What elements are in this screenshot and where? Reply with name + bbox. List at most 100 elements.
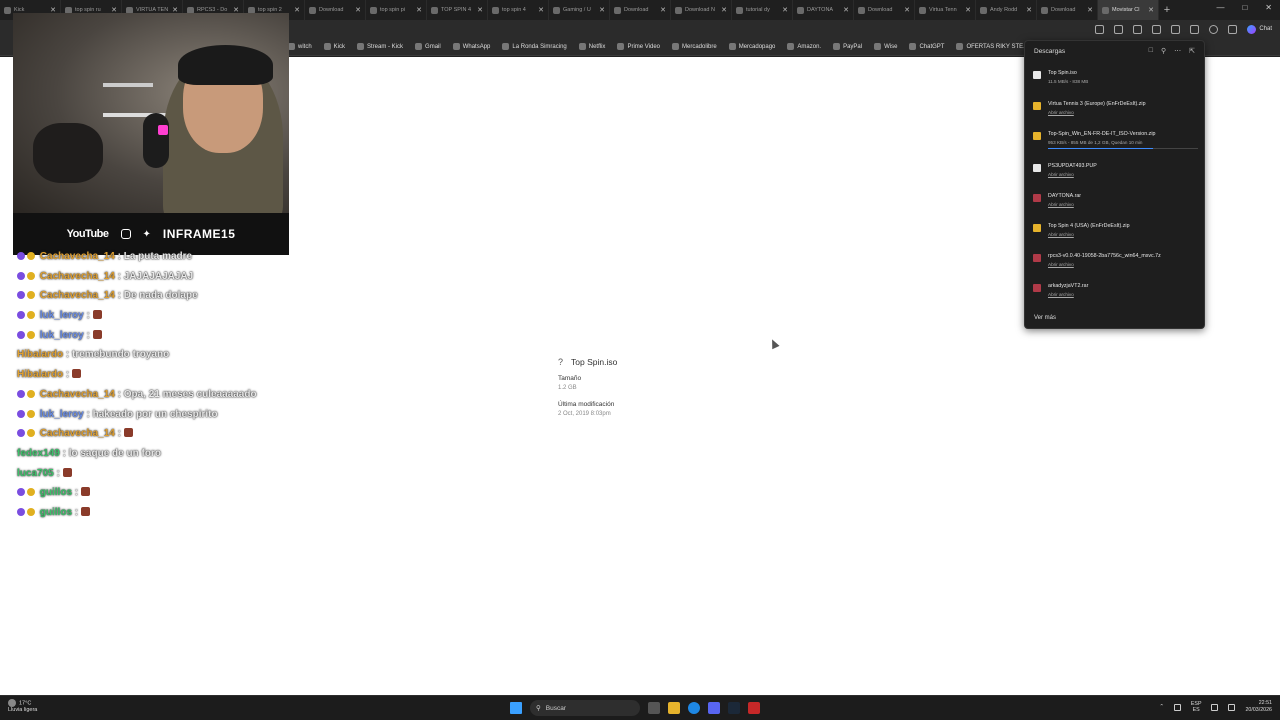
browser-tab[interactable]: Movistar Cl ✕ [1098,0,1159,20]
open-file-link[interactable]: Abrir archivo [1048,262,1161,267]
refresh-icon[interactable] [1114,24,1124,34]
windows-start-icon[interactable] [510,702,522,714]
more-options-icon[interactable]: ⋯ [1174,47,1181,55]
bookmark-item[interactable]: La Ronda Simracing [502,43,567,50]
taskbar-search[interactable]: ⚲ Buscar [530,700,640,716]
browser-tab[interactable]: Virtua Tenn ✕ [915,0,976,20]
bookmark-icon [288,43,295,50]
bookmark-item[interactable]: Kick [323,43,345,50]
chat-username: Cachavecha_14 [39,290,115,302]
close-tab-icon[interactable]: ✕ [416,6,422,14]
browser-tab[interactable]: Gaming / U ✕ [549,0,610,20]
bookmark-item[interactable]: Prime Video [617,43,660,50]
network-icon[interactable] [1211,703,1219,711]
browser-tab[interactable]: DAYTONA ✕ [793,0,854,20]
bookmark-item[interactable]: WhatsApp [452,43,490,50]
clock[interactable]: 22:51 20/03/2026 [1245,700,1272,714]
browser-tab[interactable]: top spin pi ✕ [366,0,427,20]
bookmark-item[interactable]: Netflix [578,43,605,50]
bookmark-item[interactable]: ChatGPT [909,43,944,50]
browser-tab[interactable]: Download ✕ [854,0,915,20]
tab-favicon-icon [675,6,682,14]
bookmark-item[interactable]: OFERTAS RIKY STE... [956,43,1028,50]
download-item[interactable]: Top Spin.iso 11.5 MB/s - 838 MB [1025,68,1206,96]
open-file-link[interactable]: Abrir archivo [1048,202,1081,207]
bookmark-label: OFERTAS RIKY STE... [966,43,1029,50]
language-indicator[interactable]: ESP ES [1191,701,1202,713]
close-tab-icon[interactable]: ✕ [782,6,788,14]
chat-text: : [74,487,79,499]
browser-tab[interactable]: top spin 4 ✕ [488,0,549,20]
browser-tab[interactable]: tutorial dy ✕ [732,0,793,20]
browser-tab[interactable]: Download ✕ [610,0,671,20]
discord-icon[interactable] [708,702,720,714]
open-file-link[interactable]: Abrir archivo [1048,292,1088,297]
more-icon[interactable] [1228,24,1238,34]
favorites-icon[interactable] [1152,24,1162,34]
collections-icon[interactable] [1190,24,1200,34]
toolbar-actions: Chat [1095,20,1280,38]
bookmark-item[interactable]: Mercadopago [728,43,775,50]
download-item[interactable]: Virtua Tennis 3 (Europe) (EnFrDeEsIt).zi… [1025,99,1206,127]
browser-tab[interactable]: Download N ✕ [671,0,732,20]
open-file-link[interactable]: Abrir archivo [1048,172,1097,177]
close-tab-icon[interactable]: ✕ [538,6,544,14]
minimize-icon[interactable]: — [1216,3,1224,12]
extensions-icon[interactable] [1133,24,1143,34]
bookmark-item[interactable]: Gmail [415,43,441,50]
bookmark-item[interactable]: Stream - Kick [357,43,403,50]
steam-icon[interactable] [728,702,740,714]
close-tab-icon[interactable]: ✕ [843,6,849,14]
close-tab-icon[interactable]: ✕ [1087,6,1093,14]
star-icon[interactable] [1095,24,1105,34]
profile-icon[interactable] [1209,24,1219,34]
close-tab-icon[interactable]: ✕ [965,6,971,14]
downloads-icon[interactable] [1171,24,1181,34]
see-more-link[interactable]: Ver más [1034,315,1056,321]
download-name: DAYTONA.rar [1048,193,1082,199]
close-tab-icon[interactable]: ✕ [1026,6,1032,14]
maximize-icon[interactable]: □ [1242,3,1247,12]
open-file-link[interactable]: Abrir archivo [1048,232,1130,237]
download-item[interactable]: Top Spin 4 (USA) (EnFrDeEsIt).zip Abrir a… [1025,221,1206,249]
close-tab-icon[interactable]: ✕ [477,6,483,14]
bookmark-item[interactable]: Amazon. [787,43,821,50]
task-view-icon[interactable] [648,702,660,714]
edge-icon[interactable] [688,702,700,714]
open-folder-icon[interactable]: □ [1149,47,1153,55]
download-item[interactable]: Top-Spin_Win_EN-FR-DE-IT_ISO-Version.zip… [1025,129,1206,157]
search-icon[interactable]: ⚲ [1161,47,1166,55]
browser-tab[interactable]: TOP SPIN 4 ✕ [427,0,488,20]
browser-tab[interactable]: Download ✕ [1037,0,1098,20]
bookmark-item[interactable]: witch [288,43,312,50]
close-tab-icon[interactable]: ✕ [660,6,666,14]
app-icon[interactable] [748,702,760,714]
pin-icon[interactable]: ⇱ [1189,47,1195,55]
volume-icon[interactable] [1228,703,1236,711]
close-icon[interactable]: ✕ [1265,3,1272,12]
download-item[interactable]: rpcs3-v0.0.40-19058-2ba7756c_win64_msvc.… [1025,251,1206,279]
browser-tab[interactable]: Andy Rodd ✕ [976,0,1037,20]
bookmark-item[interactable]: Mercadolibre [672,43,717,50]
browser-tab[interactable]: Download ✕ [305,0,366,20]
download-item[interactable]: DAYTONA.rar Abrir archivo [1025,191,1206,219]
close-tab-icon[interactable]: ✕ [904,6,910,14]
bookmark-item[interactable]: Wise [874,43,897,50]
close-tab-icon[interactable]: ✕ [294,6,300,14]
file-explorer-icon[interactable] [668,702,680,714]
download-item[interactable]: arkadyzjaVT2.rar Abrir archivo [1025,281,1206,309]
tab-favicon-icon [370,6,377,14]
close-tab-icon[interactable]: ✕ [721,6,727,14]
weather-widget[interactable]: 17°C Lluvia ligera [8,699,37,714]
copilot-chat-button[interactable]: Chat [1247,24,1272,34]
bookmark-icon [502,43,510,50]
bookmark-item[interactable]: PayPal [833,43,862,50]
new-tab-button[interactable]: + [1159,4,1175,16]
open-file-link[interactable]: Abrir archivo [1048,110,1146,115]
close-tab-icon[interactable]: ✕ [355,6,361,14]
close-tab-icon[interactable]: ✕ [1148,6,1154,14]
chevron-up-icon[interactable]: ⌃ [1159,704,1163,710]
location-icon[interactable] [1173,703,1181,711]
download-item[interactable]: PS3UPDAT493.PUP Abrir archivo [1025,161,1206,189]
close-tab-icon[interactable]: ✕ [599,6,605,14]
